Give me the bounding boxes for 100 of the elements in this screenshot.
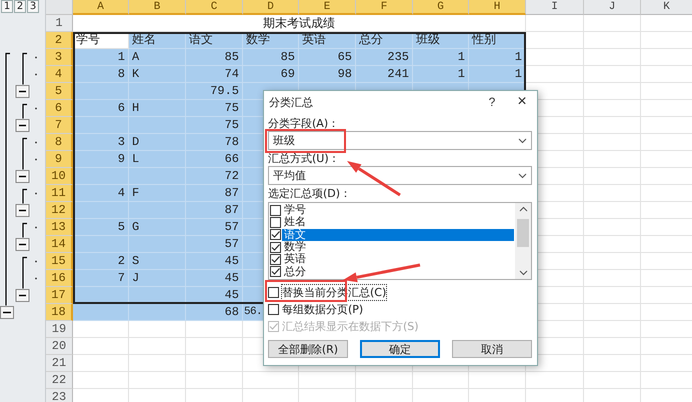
row-header[interactable]: 5 <box>46 83 73 100</box>
table-cell: D <box>129 134 186 151</box>
row-header[interactable]: 16 <box>46 270 73 287</box>
row-header[interactable]: 4 <box>46 66 73 83</box>
row-header[interactable]: 19 <box>46 321 73 338</box>
collapse-button[interactable] <box>16 118 30 132</box>
column-header[interactable]: G <box>413 0 469 15</box>
list-item[interactable]: 语文 <box>282 228 514 241</box>
row-header[interactable]: 10 <box>46 168 73 185</box>
table-cell: 1 <box>413 49 469 66</box>
table-cell <box>584 66 641 83</box>
row-header[interactable]: 17 <box>46 287 73 304</box>
column-header[interactable]: A <box>73 0 129 15</box>
table-cell <box>469 372 526 389</box>
checkbox[interactable] <box>270 254 281 265</box>
table-cell <box>584 168 641 185</box>
column-header[interactable]: D <box>243 0 299 15</box>
row-header[interactable]: 15 <box>46 253 73 270</box>
table-cell <box>584 270 641 287</box>
row-header[interactable]: 22 <box>46 372 73 389</box>
chevron-down-icon[interactable] <box>518 270 528 276</box>
collapse-button[interactable] <box>16 84 30 98</box>
list-item[interactable]: 英语 <box>282 253 514 266</box>
list-item[interactable]: 数学 <box>282 241 514 254</box>
row-header[interactable]: 3 <box>46 49 73 66</box>
table-cell: 69 <box>243 66 299 83</box>
column-header[interactable]: J <box>584 0 641 15</box>
list-item[interactable]: 姓名 <box>282 216 514 228</box>
collapse-button[interactable] <box>16 238 30 251</box>
table-cell <box>584 253 641 270</box>
collapse-button[interactable] <box>0 306 14 319</box>
column-header[interactable]: I <box>526 0 584 15</box>
scrollbar[interactable] <box>515 203 531 279</box>
function-dropdown[interactable]: 平均值 <box>268 166 532 185</box>
table-cell: 241 <box>356 66 413 83</box>
collapse-button[interactable] <box>16 288 30 302</box>
table-cell: 72 <box>186 168 243 185</box>
list-item[interactable]: 总分 <box>282 266 514 278</box>
dialog-button[interactable]: 取消 <box>452 340 532 358</box>
column-header[interactable]: B <box>129 0 186 15</box>
collapse-button[interactable] <box>16 170 30 183</box>
outline-level-button[interactable]: 3 <box>27 0 39 13</box>
table-cell <box>584 32 641 49</box>
dialog-button[interactable]: 全部删除(R) <box>268 340 348 358</box>
column-header[interactable]: K <box>641 0 692 15</box>
group-field-dropdown[interactable]: 班级 <box>268 131 532 150</box>
row-header[interactable]: 8 <box>46 134 73 151</box>
row-header[interactable]: 14 <box>46 236 73 253</box>
chevron-up-icon[interactable] <box>518 206 528 212</box>
table-cell <box>413 372 469 389</box>
table-cell <box>584 49 641 66</box>
outline-level-button[interactable]: 1 <box>1 0 13 13</box>
table-cell <box>526 49 584 66</box>
row-header[interactable]: 9 <box>46 151 73 168</box>
outline-bracket <box>22 138 27 170</box>
checkbox[interactable] <box>270 242 281 253</box>
outline-bracket <box>22 222 27 238</box>
table-cell <box>526 32 584 49</box>
row-header[interactable]: 7 <box>46 117 73 134</box>
table-cell: 7 <box>73 270 129 287</box>
row-header[interactable]: 20 <box>46 338 73 355</box>
row-header[interactable]: 23 <box>46 389 73 402</box>
row-header[interactable]: 12 <box>46 202 73 219</box>
column-header[interactable]: H <box>469 0 526 15</box>
collapse-button[interactable] <box>16 204 30 217</box>
row-header[interactable]: 13 <box>46 219 73 236</box>
scrollbar-thumb[interactable] <box>517 219 529 247</box>
table-cell: 45 <box>186 270 243 287</box>
table-cell <box>584 185 641 202</box>
table-cell <box>129 304 186 321</box>
row-header[interactable]: 18 <box>46 304 73 321</box>
row-header[interactable]: 21 <box>46 355 73 372</box>
checkbox[interactable] <box>270 204 281 216</box>
dialog-button[interactable]: 确定 <box>360 340 440 358</box>
table-cell <box>129 117 186 134</box>
row-header[interactable]: 6 <box>46 100 73 117</box>
checkbox[interactable] <box>270 266 281 278</box>
list-item[interactable]: 学号 <box>282 204 514 216</box>
outline-bracket <box>22 256 27 288</box>
column-header[interactable]: F <box>356 0 413 15</box>
table-cell: 65 <box>299 49 356 66</box>
row-header[interactable]: 2 <box>46 32 73 49</box>
table-cell <box>129 168 186 185</box>
checkbox[interactable] <box>268 304 279 314</box>
table-cell <box>243 372 299 389</box>
table-cell: 85 <box>243 49 299 66</box>
column-header[interactable]: E <box>299 0 356 15</box>
help-button[interactable]: ? <box>477 95 507 109</box>
column-header[interactable]: C <box>186 0 243 15</box>
outline-bracket <box>22 104 27 118</box>
checkbox[interactable] <box>270 216 281 228</box>
checkbox[interactable] <box>270 229 281 240</box>
table-cell <box>584 236 641 253</box>
table-cell <box>129 321 186 338</box>
close-button[interactable]: × <box>507 93 537 111</box>
checkbox[interactable] <box>268 286 279 298</box>
row-header[interactable]: 1 <box>46 15 73 32</box>
row-header[interactable]: 11 <box>46 185 73 202</box>
table-cell <box>584 287 641 304</box>
outline-level-button[interactable]: 2 <box>14 0 26 13</box>
